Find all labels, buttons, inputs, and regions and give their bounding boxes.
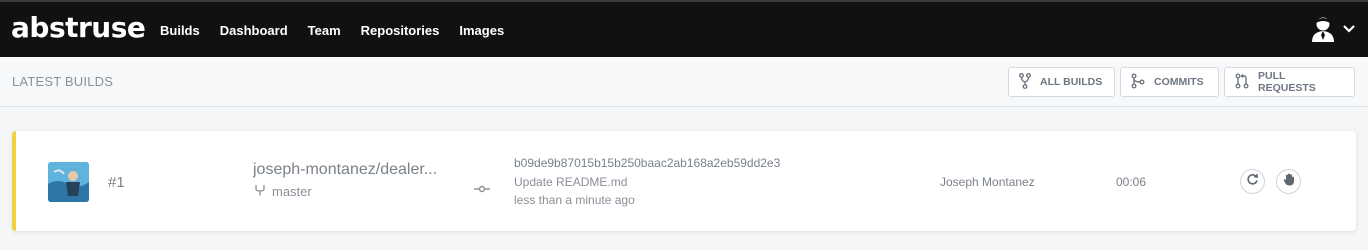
- hand-stop-icon: [1283, 173, 1295, 191]
- commit-sha[interactable]: b09de9b87015b15b250baac2ab168a2eb59dd2e3: [514, 156, 780, 170]
- build-filter-group: ALL BUILDS COMMITS PULL REQUESTS: [1008, 67, 1355, 97]
- nav-repositories[interactable]: Repositories: [361, 2, 440, 59]
- commit-author: Joseph Montanez: [940, 175, 1035, 189]
- chevron-down-icon[interactable]: [1342, 24, 1356, 34]
- commit-message: Update README.md: [514, 175, 628, 189]
- page-subheader: LATEST BUILDS ALL BUILDS COMMITS PULL RE…: [0, 57, 1368, 107]
- nav-builds[interactable]: Builds: [160, 2, 200, 59]
- repo-name[interactable]: joseph-montanez/dealer...: [253, 161, 437, 179]
- page-title: LATEST BUILDS: [12, 74, 114, 89]
- top-navbar: abstruse Builds Dashboard Team Repositor…: [0, 0, 1368, 57]
- repo-avatar: [48, 162, 89, 202]
- pull-requests-label: PULL REQUESTS: [1258, 70, 1316, 94]
- commits-label: COMMITS: [1154, 76, 1204, 88]
- all-builds-button[interactable]: ALL BUILDS: [1008, 67, 1115, 97]
- restart-icon: [1246, 173, 1259, 191]
- branch-name: master: [272, 184, 312, 199]
- branch: master: [255, 184, 312, 199]
- nav-images[interactable]: Images: [459, 2, 504, 59]
- stop-build-button[interactable]: [1276, 169, 1301, 194]
- build-number[interactable]: #1: [108, 174, 125, 191]
- commit-time: less than a minute ago: [514, 193, 635, 207]
- commit-branch-icon: [1131, 73, 1154, 92]
- all-builds-label: ALL BUILDS: [1040, 76, 1103, 88]
- fork-icon: [1019, 72, 1040, 92]
- pull-requests-button[interactable]: PULL REQUESTS: [1224, 67, 1355, 97]
- app-logo[interactable]: abstruse: [11, 11, 146, 45]
- user-avatar-icon[interactable]: [1312, 16, 1334, 42]
- user-menu[interactable]: [1312, 16, 1356, 42]
- commit-icon: [474, 180, 490, 198]
- commits-button[interactable]: COMMITS: [1120, 67, 1219, 97]
- main-nav: Builds Dashboard Team Repositories Image…: [160, 2, 524, 59]
- build-card[interactable]: #1 joseph-montanez/dealer... master b09d…: [12, 131, 1356, 231]
- build-duration: 00:06: [1116, 175, 1147, 189]
- nav-team[interactable]: Team: [308, 2, 341, 59]
- restart-build-button[interactable]: [1240, 169, 1265, 194]
- pull-request-icon: [1235, 73, 1258, 92]
- nav-dashboard[interactable]: Dashboard: [220, 2, 288, 59]
- branch-icon: [255, 184, 265, 199]
